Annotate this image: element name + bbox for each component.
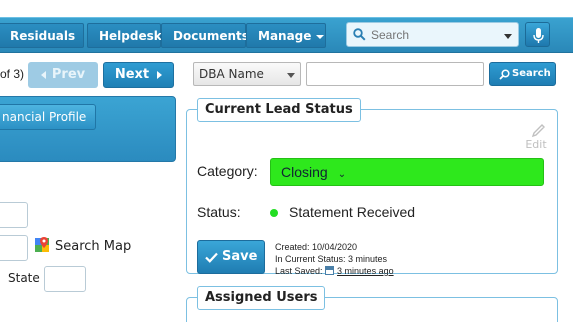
- caret-down-icon: [316, 34, 325, 39]
- city-field[interactable]: [0, 235, 28, 261]
- save-button[interactable]: Save: [197, 240, 265, 274]
- search-button[interactable]: Search: [489, 62, 556, 86]
- search-map-link[interactable]: Search Map: [35, 237, 131, 254]
- page-indicator: of 3): [0, 67, 25, 81]
- edit-button[interactable]: Edit: [525, 124, 547, 151]
- search-field-value: DBA Name: [199, 67, 264, 81]
- category-value: Closing: [281, 164, 328, 180]
- current-lead-status-title: Current Lead Status: [197, 98, 361, 122]
- last-saved: Last Saved: 3 minutes ago: [275, 265, 394, 277]
- voice-search-button[interactable]: [525, 22, 550, 47]
- next-label: Next: [114, 67, 150, 82]
- prev-label: Prev: [51, 67, 86, 82]
- address-field[interactable]: [0, 202, 28, 228]
- last-saved-label: Last Saved:: [275, 266, 323, 276]
- search-map-label: Search Map: [55, 239, 132, 254]
- pencil-icon: [531, 124, 545, 138]
- status-value: Statement Received: [289, 204, 416, 220]
- in-current-status: In Current Status: 3 minutes: [275, 254, 388, 264]
- chevron-down-icon: ⌄: [337, 169, 347, 180]
- status-indicator-dot: [270, 209, 278, 217]
- last-saved-link[interactable]: 3 minutes ago: [337, 266, 394, 276]
- search-icon: [499, 69, 510, 80]
- nav-residuals-label: Residuals: [10, 29, 76, 43]
- caret-down-icon: [15, 58, 23, 63]
- global-search[interactable]: [346, 22, 519, 47]
- assigned-users-panel: Assigned Users: [186, 286, 558, 322]
- nav-helpdesk[interactable]: Helpdesk: [87, 23, 162, 48]
- created-date: Created: 10/04/2020: [275, 242, 358, 252]
- current-lead-status-panel: Current Lead Status Edit Category: Closi…: [186, 98, 558, 277]
- category-select[interactable]: Closing ⌄: [270, 158, 544, 186]
- nav-documents[interactable]: Documents: [161, 23, 249, 48]
- edit-label: Edit: [525, 138, 547, 151]
- assigned-users-title: Assigned Users: [197, 286, 326, 310]
- chevron-right-icon: [157, 70, 163, 79]
- nav-documents-label: Documents: [173, 29, 249, 43]
- chevron-left-icon: [40, 70, 46, 79]
- global-search-input[interactable]: [371, 26, 491, 44]
- search-query-input[interactable]: [306, 62, 484, 86]
- microphone-icon: [533, 28, 544, 43]
- search-icon: [353, 28, 366, 41]
- checkmark-icon: [205, 252, 218, 263]
- status-label: Status:: [197, 204, 241, 220]
- chevron-down-icon: [287, 73, 295, 78]
- status-meta: Created: 10/04/2020 In Current Status: 3…: [275, 241, 394, 277]
- map-pin-icon: [35, 237, 49, 252]
- nav-manage[interactable]: Manage: [246, 23, 326, 48]
- search-field-select[interactable]: DBA Name: [193, 62, 301, 86]
- state-field[interactable]: [44, 266, 86, 292]
- nav-helpdesk-label: Helpdesk: [99, 29, 162, 43]
- state-label: State: [8, 271, 40, 285]
- nav-residuals[interactable]: Residuals: [0, 23, 84, 63]
- prev-button[interactable]: Prev: [28, 62, 98, 88]
- next-button[interactable]: Next: [103, 62, 174, 88]
- tab-financial-profile[interactable]: nancial Profile: [0, 104, 96, 130]
- save-label: Save: [222, 249, 258, 264]
- tab-financial-profile-label: nancial Profile: [2, 110, 87, 124]
- nav-manage-label: Manage: [258, 29, 312, 43]
- search-button-label: Search: [512, 68, 551, 79]
- chevron-down-icon[interactable]: [504, 34, 512, 39]
- category-label: Category:: [197, 163, 258, 179]
- calendar-icon: [325, 266, 335, 275]
